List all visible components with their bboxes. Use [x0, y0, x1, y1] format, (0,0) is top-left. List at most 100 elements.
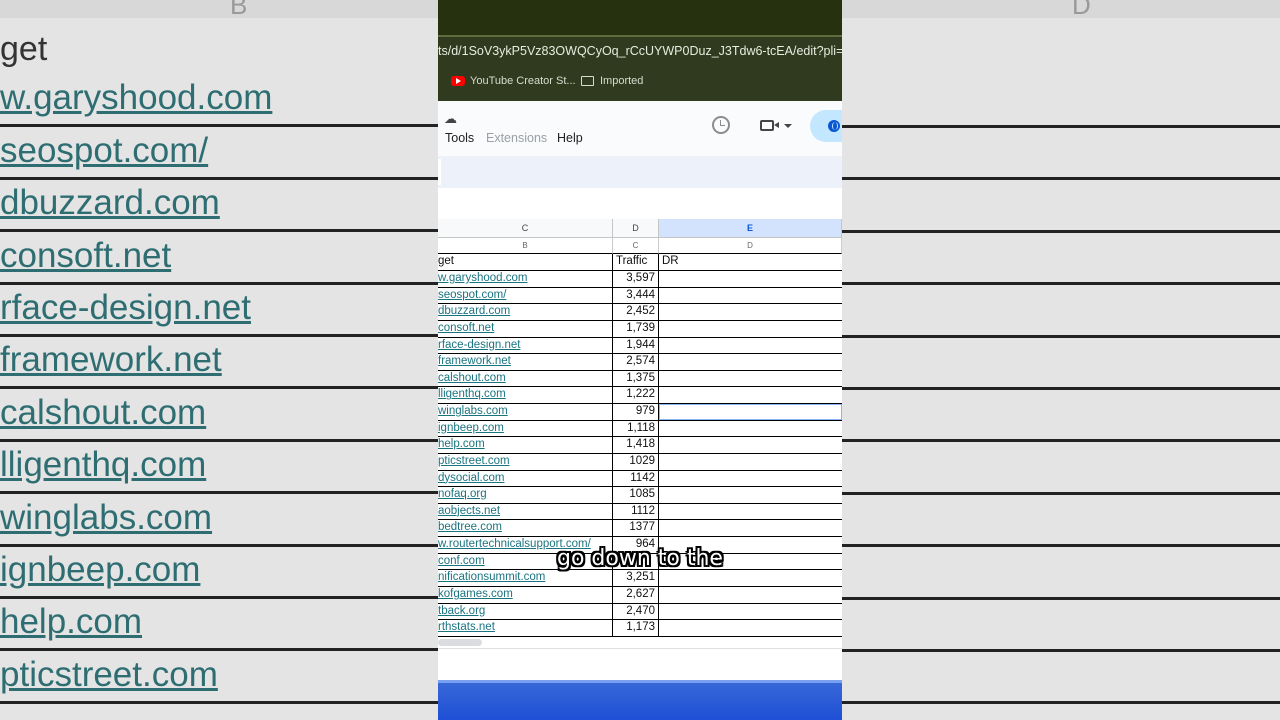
dr-cell[interactable]	[659, 288, 842, 304]
target-cell[interactable]: nofaq.org	[438, 487, 613, 503]
traffic-cell[interactable]: 1,944	[613, 337, 659, 354]
target-cell[interactable]: help.com	[438, 437, 613, 453]
traffic-cell[interactable]: 3,597	[613, 271, 659, 287]
menu-help[interactable]: Help	[557, 131, 583, 145]
dr-cell[interactable]	[659, 570, 842, 586]
traffic-cell[interactable]: 1112	[613, 503, 659, 520]
traffic-cell[interactable]: 1,118	[613, 420, 659, 437]
dr-cell[interactable]	[659, 387, 842, 403]
target-cell[interactable]: nificationsummit.com	[438, 570, 613, 586]
sheet-bottom-divider	[438, 648, 842, 649]
target-cell[interactable]: dbuzzard.com	[438, 304, 613, 320]
column-header-d[interactable]: D	[613, 219, 659, 238]
table-row: tback.org 2,470	[438, 603, 842, 621]
column-header-e[interactable]: E	[659, 219, 842, 238]
dr-cell[interactable]	[659, 620, 842, 636]
target-cell[interactable]: aobjects.net	[438, 503, 613, 520]
target-cell[interactable]: lligenthq.com	[438, 387, 613, 404]
table-row: dysocial.com 1142	[438, 470, 842, 488]
table-row: nofaq.org 1085	[438, 487, 842, 504]
chevron-down-icon[interactable]	[784, 124, 792, 128]
traffic-cell[interactable]: 2,470	[613, 603, 659, 620]
column-header-c[interactable]: C	[438, 219, 613, 238]
header-target[interactable]: get	[438, 254, 613, 270]
dr-cell[interactable]	[659, 371, 842, 387]
target-cell[interactable]: consoft.net	[438, 320, 613, 337]
header-dr[interactable]: DR	[659, 254, 842, 270]
target-cell[interactable]: rface-design.net	[438, 337, 613, 354]
sheets-toolbar	[438, 156, 842, 188]
bg-row: help.com	[0, 599, 438, 652]
target-cell[interactable]: winglabs.com	[438, 404, 613, 420]
bg-row: winglabs.com	[0, 494, 438, 547]
target-cell[interactable]: tback.org	[438, 603, 613, 620]
bg-row: ignbeep.com	[0, 547, 438, 599]
dr-cell[interactable]	[659, 271, 842, 287]
bg-row-line	[842, 491, 1280, 495]
bg-row-line	[842, 282, 1280, 286]
dr-cell[interactable]	[659, 338, 842, 354]
bg-row-text: lligenthq.com	[0, 445, 207, 485]
target-cell[interactable]: seospot.com/	[438, 287, 613, 304]
dr-cell[interactable]	[659, 404, 842, 420]
dr-cell[interactable]	[659, 421, 842, 437]
target-cell[interactable]: calshout.com	[438, 370, 613, 387]
dr-cell[interactable]	[659, 471, 842, 487]
target-cell[interactable]: kofgames.com	[438, 586, 613, 603]
target-cell[interactable]: dysocial.com	[438, 470, 613, 487]
video-caption: go down to the	[557, 546, 723, 571]
table-row: framework.net 2,574	[438, 354, 842, 371]
traffic-cell[interactable]: 1377	[613, 520, 659, 537]
cloud-saved-icon: ☁	[444, 111, 457, 126]
target-cell[interactable]: ignbeep.com	[438, 420, 613, 437]
traffic-cell[interactable]: 1,418	[613, 437, 659, 453]
bg-col-letter: D	[1072, 0, 1091, 20]
phone-screen: ts/d/1SoV3ykP5Vz83OWQCyOq_rCcUYWP0Duz_J3…	[438, 0, 842, 720]
dr-cell[interactable]	[659, 604, 842, 620]
traffic-cell[interactable]: 3,444	[613, 287, 659, 304]
traffic-cell[interactable]: 2,574	[613, 354, 659, 370]
traffic-cell[interactable]: 1085	[613, 487, 659, 503]
target-cell[interactable]: rthstats.net	[438, 620, 613, 636]
bg-header: get	[0, 30, 48, 68]
target-cell[interactable]: bedtree.com	[438, 520, 613, 537]
bookmark-youtube-creator[interactable]: YouTube Creator St...	[451, 75, 576, 87]
dr-cell[interactable]	[659, 504, 842, 520]
menu-extensions[interactable]: Extensions	[486, 131, 547, 145]
bookmarks-bar: YouTube Creator St... Imported	[438, 75, 842, 93]
formula-bar[interactable]	[438, 188, 842, 220]
horizontal-scrollbar[interactable]	[438, 639, 482, 646]
target-cell[interactable]: pticstreet.com	[438, 453, 613, 470]
address-bar[interactable]: ts/d/1SoV3ykP5Vz83OWQCyOq_rCcUYWP0Duz_J3…	[438, 44, 842, 64]
sub-header-b: B	[438, 238, 613, 254]
menu-tools[interactable]: Tools	[445, 131, 474, 145]
dr-cell[interactable]	[659, 304, 842, 320]
table-row: ignbeep.com 1,118	[438, 420, 842, 438]
dr-cell[interactable]	[659, 520, 842, 536]
bookmark-imported[interactable]: Imported	[581, 75, 643, 87]
dr-cell[interactable]	[659, 587, 842, 603]
meet-video-icon[interactable]	[760, 120, 779, 131]
dr-cell[interactable]	[659, 321, 842, 337]
traffic-cell[interactable]: 2,627	[613, 586, 659, 603]
sheets-menu-area: ☁ Tools Extensions Help	[438, 101, 842, 156]
traffic-cell[interactable]: 1,222	[613, 387, 659, 404]
toolbar-search-pill[interactable]	[438, 159, 441, 185]
traffic-cell[interactable]: 3,251	[613, 570, 659, 586]
dr-cell[interactable]	[659, 487, 842, 503]
traffic-cell[interactable]: 1,173	[613, 620, 659, 636]
traffic-cell[interactable]: 1,375	[613, 370, 659, 387]
traffic-cell[interactable]: 979	[613, 404, 659, 420]
traffic-cell[interactable]: 2,452	[613, 304, 659, 320]
traffic-cell[interactable]: 1142	[613, 470, 659, 487]
dr-cell[interactable]	[659, 354, 842, 370]
header-traffic[interactable]: Traffic	[613, 254, 659, 270]
target-cell[interactable]: framework.net	[438, 354, 613, 370]
target-cell[interactable]: w.garyshood.com	[438, 271, 613, 287]
traffic-cell[interactable]: 1,739	[613, 320, 659, 337]
dr-cell[interactable]	[659, 454, 842, 470]
traffic-cell[interactable]: 1029	[613, 453, 659, 470]
dr-cell[interactable]	[659, 437, 842, 453]
version-history-icon[interactable]	[712, 116, 730, 134]
bg-row: dbuzzard.com	[0, 180, 438, 233]
